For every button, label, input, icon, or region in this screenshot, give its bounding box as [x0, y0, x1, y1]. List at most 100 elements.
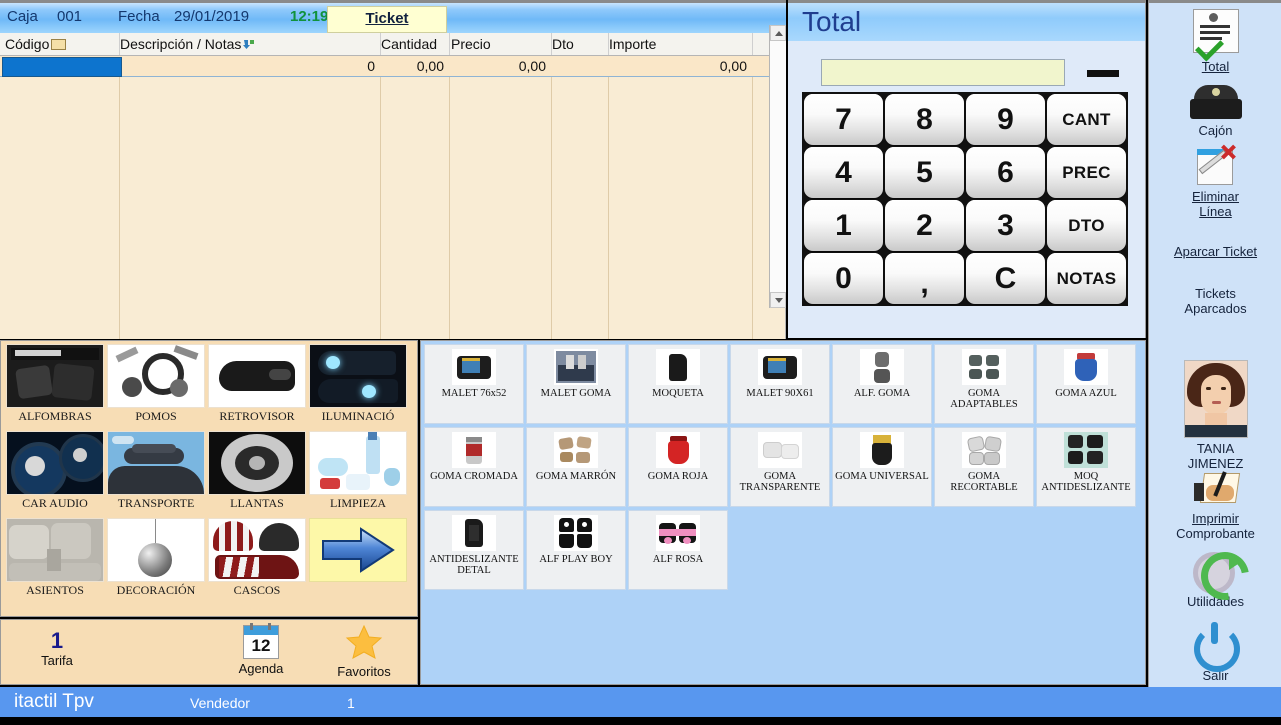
ticket-row-dto: 0,00 — [518, 58, 546, 74]
sidebar-item-aparcar-ticket-label: Aparcar Ticket — [1173, 244, 1258, 259]
table-row[interactable]: 0 0,00 0,00 0,00 — [0, 56, 785, 77]
product-button-goma-universal[interactable]: GOMA UNIVERSAL — [832, 427, 932, 507]
product-button-malet-goma[interactable]: MALET GOMA — [526, 344, 626, 424]
keypad-key-5[interactable]: 5 — [885, 147, 964, 198]
product-button-goma-cromada[interactable]: GOMA CROMADA — [424, 427, 524, 507]
product-image-goma-roja — [656, 432, 700, 468]
category-image-llantas — [208, 431, 306, 495]
scroll-up-button[interactable] — [770, 25, 786, 41]
sidebar-item-cajon[interactable]: Cajón — [1149, 81, 1281, 138]
scrollbar-track[interactable] — [770, 41, 786, 292]
keypad-key-label: 5 — [916, 155, 933, 189]
total-title: Total — [802, 6, 862, 37]
sidebar-item-imprimir-comprobante[interactable]: Imprimir Comprobante — [1149, 471, 1281, 541]
product-button-goma-recortable[interactable]: GOMA RECORTABLE — [934, 427, 1034, 507]
tab-ticket[interactable]: Ticket — [327, 6, 447, 33]
sidebar-item-imprimir-label-1: Imprimir — [1192, 511, 1239, 526]
sort-arrow-icon — [243, 40, 255, 49]
fecha-value[interactable]: 29/01/2019 — [174, 8, 249, 25]
category-button-limpieza[interactable]: LIMPIEZA — [308, 431, 408, 511]
product-image-moq-antideslizante — [1064, 432, 1108, 468]
favoritos-button[interactable]: Favoritos — [324, 624, 404, 679]
ticket-grid-scrollbar[interactable] — [769, 25, 786, 308]
keypad-key-dto[interactable]: DTO — [1047, 200, 1126, 251]
category-button-cascos[interactable]: CASCOS — [207, 518, 307, 598]
product-button-goma-transparente[interactable]: GOMA TRANSPARENTE — [730, 427, 830, 507]
keypad-key-0[interactable]: 0 — [804, 253, 883, 304]
product-button-malet-90x61[interactable]: MALET 90X61 — [730, 344, 830, 424]
category-button-llantas[interactable]: LLANTAS — [207, 431, 307, 511]
category-button-retrovisor[interactable]: RETROVISOR — [207, 344, 307, 424]
product-button-malet-76x52[interactable]: MALET 76x52 — [424, 344, 524, 424]
keypad-key-2[interactable]: 2 — [885, 200, 964, 251]
keypad-key-label: 9 — [997, 102, 1014, 136]
column-header-dto[interactable]: Dto — [552, 36, 574, 52]
minus-sign-button[interactable] — [1078, 59, 1128, 86]
total-display-field[interactable] — [821, 59, 1065, 86]
keypad-key-c[interactable]: C — [966, 253, 1045, 304]
product-image-alf-rosa — [656, 515, 700, 551]
product-button-goma-azul[interactable]: GOMA AZUL — [1036, 344, 1136, 424]
sidebar-item-utilidades[interactable]: Utilidades — [1149, 542, 1281, 610]
product-button-goma-roja[interactable]: GOMA ROJA — [628, 427, 728, 507]
product-button-moqueta[interactable]: MOQUETA — [628, 344, 728, 424]
keypad-key-6[interactable]: 6 — [966, 147, 1045, 198]
category-label: ILUMINACIÓ — [321, 409, 395, 423]
gear-refresh-icon — [1191, 542, 1258, 610]
sidebar-item-eliminar-linea[interactable]: Eliminar Línea — [1149, 144, 1281, 219]
category-image-retrovisor — [208, 344, 306, 408]
category-button-asientos[interactable]: ASIENTOS — [5, 518, 105, 598]
ticket-column-header: Código Descripción / Notas Cantidad Prec… — [0, 33, 786, 56]
column-header-cantidad[interactable]: Cantidad — [381, 36, 437, 52]
keypad-key-3[interactable]: 3 — [966, 200, 1045, 251]
sidebar-item-tickets-aparcados[interactable]: Tickets Aparcados — [1149, 286, 1281, 316]
keypad-key-cant[interactable]: CANT — [1047, 94, 1126, 145]
product-label: MALET GOMA — [540, 388, 612, 399]
category-button-alfombras[interactable]: ALFOMBRAS — [5, 344, 105, 424]
keypad-key-8[interactable]: 8 — [885, 94, 964, 145]
product-button-alf-play-boy[interactable]: ALF PLAY BOY — [526, 510, 626, 590]
product-button-alf-rosa[interactable]: ALF ROSA — [628, 510, 728, 590]
category-label: CAR AUDIO — [22, 496, 88, 510]
keypad-key-9[interactable]: 9 — [966, 94, 1045, 145]
category-button-transporte[interactable]: TRANSPORTE — [106, 431, 206, 511]
keypad-key-comma[interactable]: , — [885, 253, 964, 304]
favoritos-label: Favoritos — [337, 664, 391, 679]
column-header-descripcion[interactable]: Descripción / Notas — [120, 36, 255, 52]
scroll-down-button[interactable] — [770, 292, 786, 308]
column-header-codigo[interactable]: Código — [5, 36, 67, 52]
category-image-alfombras — [6, 344, 104, 408]
column-header-precio[interactable]: Precio — [451, 36, 491, 52]
caja-value[interactable]: 001 — [57, 8, 82, 25]
category-button-iluminaci-[interactable]: ILUMINACIÓ — [308, 344, 408, 424]
category-button-decoraci-n[interactable]: DECORACIÓN — [106, 518, 206, 598]
keypad-key-7[interactable]: 7 — [804, 94, 883, 145]
keypad-key-4[interactable]: 4 — [804, 147, 883, 198]
column-header-importe[interactable]: Importe — [609, 36, 656, 52]
hora-value: 12:19 — [290, 8, 329, 25]
sidebar-item-aparcar-ticket[interactable]: Aparcar Ticket — [1149, 244, 1281, 259]
category-button-pomos[interactable]: POMOS — [106, 344, 206, 424]
product-button-moq-antideslizante[interactable]: MOQ ANTIDESLIZANTE — [1036, 427, 1136, 507]
sidebar-item-salir[interactable]: Salir — [1149, 622, 1281, 683]
keypad-key-1[interactable]: 1 — [804, 200, 883, 251]
ticket-row-codigo-cell[interactable] — [2, 57, 122, 77]
product-button-alf-goma[interactable]: ALF. GOMA — [832, 344, 932, 424]
sidebar-item-user[interactable]: TANIA JIMENEZ — [1149, 360, 1281, 471]
sidebar-item-total[interactable]: Total — [1149, 9, 1281, 74]
agenda-button[interactable]: 12 Agenda — [221, 623, 301, 676]
product-button-antideslizante-detal[interactable]: ANTIDESLIZANTE DETAL — [424, 510, 524, 590]
tarifa-button[interactable]: 1 Tarifa — [18, 630, 96, 669]
product-button-goma-marr-n[interactable]: GOMA MARRÓN — [526, 427, 626, 507]
product-label: MOQ ANTIDESLIZANTE — [1041, 471, 1131, 493]
product-button-goma-adaptables[interactable]: GOMA ADAPTABLES — [934, 344, 1034, 424]
power-icon — [1193, 622, 1240, 672]
category-button-next-page[interactable] — [308, 518, 408, 582]
product-image-goma-azul — [1064, 349, 1108, 385]
keypad-key-notas[interactable]: NOTAS — [1047, 253, 1126, 304]
product-image-goma-marr-n — [554, 432, 598, 468]
product-image-malet-76x52 — [452, 349, 496, 385]
keypad-key-prec[interactable]: PREC — [1047, 147, 1126, 198]
category-label: POMOS — [135, 409, 177, 423]
category-button-car-audio[interactable]: CAR AUDIO — [5, 431, 105, 511]
